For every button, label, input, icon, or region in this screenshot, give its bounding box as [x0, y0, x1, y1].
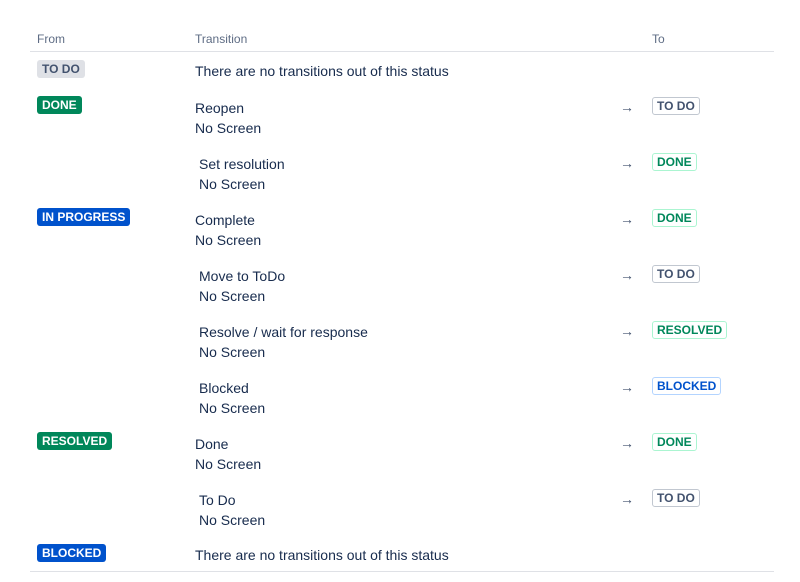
transition-cell: Blocked No Screen: [199, 378, 265, 418]
transition-cell: To Do No Screen: [199, 490, 265, 530]
arrow-right-icon: →: [620, 99, 634, 115]
transition-cell: Resolve / wait for response No Screen: [199, 322, 368, 362]
to-status-lozenge: RESOLVED: [652, 321, 728, 339]
from-status-lozenge: DONE: [37, 96, 82, 114]
table-row: DONE Reopen No Screen → TO DO: [30, 88, 774, 144]
arrow-right-icon: →: [620, 435, 634, 451]
to-status-lozenge: TO DO: [652, 97, 700, 115]
from-status-lozenge: BLOCKED: [37, 544, 107, 562]
table-header: From Transition To: [30, 28, 774, 52]
transition-screen: No Screen: [199, 344, 266, 360]
to-status-lozenge: DONE: [652, 433, 697, 451]
table-row: Blocked No Screen → BLOCKED: [30, 368, 774, 424]
header-from: From: [37, 32, 65, 46]
table-row: IN PROGRESS Complete No Screen → DONE: [30, 200, 774, 256]
no-transitions-text: There are no transitions out of this sta…: [195, 63, 449, 79]
transition-name: Move to ToDo: [199, 268, 286, 284]
to-status-lozenge: DONE: [652, 153, 697, 171]
transition-cell: Set resolution No Screen: [199, 154, 285, 194]
transition-name: Resolve / wait for response: [199, 324, 368, 340]
transition-screen: No Screen: [199, 288, 266, 304]
transition-cell: Done No Screen: [195, 434, 261, 474]
workflow-transitions-table: From Transition To TO DO There are no tr…: [30, 28, 774, 572]
table-row: Set resolution No Screen → DONE: [30, 144, 774, 200]
table-row: TO DO There are no transitions out of th…: [30, 52, 774, 88]
table-row: BLOCKED There are no transitions out of …: [30, 536, 774, 572]
transition-screen: No Screen: [195, 120, 262, 136]
table-row: Resolve / wait for response No Screen → …: [30, 312, 774, 368]
transition-screen: No Screen: [195, 232, 262, 248]
transition-name: To Do: [199, 492, 236, 508]
arrow-right-icon: →: [620, 155, 634, 171]
arrow-right-icon: →: [620, 211, 634, 227]
arrow-right-icon: →: [620, 267, 634, 283]
arrow-right-icon: →: [620, 491, 634, 507]
transition-screen: No Screen: [195, 456, 262, 472]
table-row: Move to ToDo No Screen → TO DO: [30, 256, 774, 312]
from-status-lozenge: IN PROGRESS: [37, 208, 131, 226]
transition-name: Done: [195, 436, 229, 452]
to-status-lozenge: TO DO: [652, 489, 700, 507]
header-to: To: [652, 32, 665, 46]
table-row: RESOLVED Done No Screen → DONE: [30, 424, 774, 480]
from-status-lozenge: RESOLVED: [37, 432, 113, 450]
arrow-right-icon: →: [620, 379, 634, 395]
transition-name: Blocked: [199, 380, 249, 396]
transition-cell: Complete No Screen: [195, 210, 261, 250]
table-row: To Do No Screen → TO DO: [30, 480, 774, 536]
no-transitions-text: There are no transitions out of this sta…: [195, 547, 449, 563]
to-status-lozenge: BLOCKED: [652, 377, 722, 395]
from-status-lozenge: TO DO: [37, 60, 85, 78]
transition-cell: Reopen No Screen: [195, 98, 261, 138]
arrow-right-icon: →: [620, 323, 634, 339]
to-status-lozenge: DONE: [652, 209, 697, 227]
header-transition: Transition: [195, 32, 248, 46]
transition-screen: No Screen: [199, 176, 266, 192]
transition-screen: No Screen: [199, 400, 266, 416]
transition-name: Complete: [195, 212, 255, 228]
transition-name: Reopen: [195, 100, 245, 116]
to-status-lozenge: TO DO: [652, 265, 700, 283]
transition-name: Set resolution: [199, 156, 285, 172]
transition-screen: No Screen: [199, 512, 266, 528]
transition-cell: Move to ToDo No Screen: [199, 266, 285, 306]
